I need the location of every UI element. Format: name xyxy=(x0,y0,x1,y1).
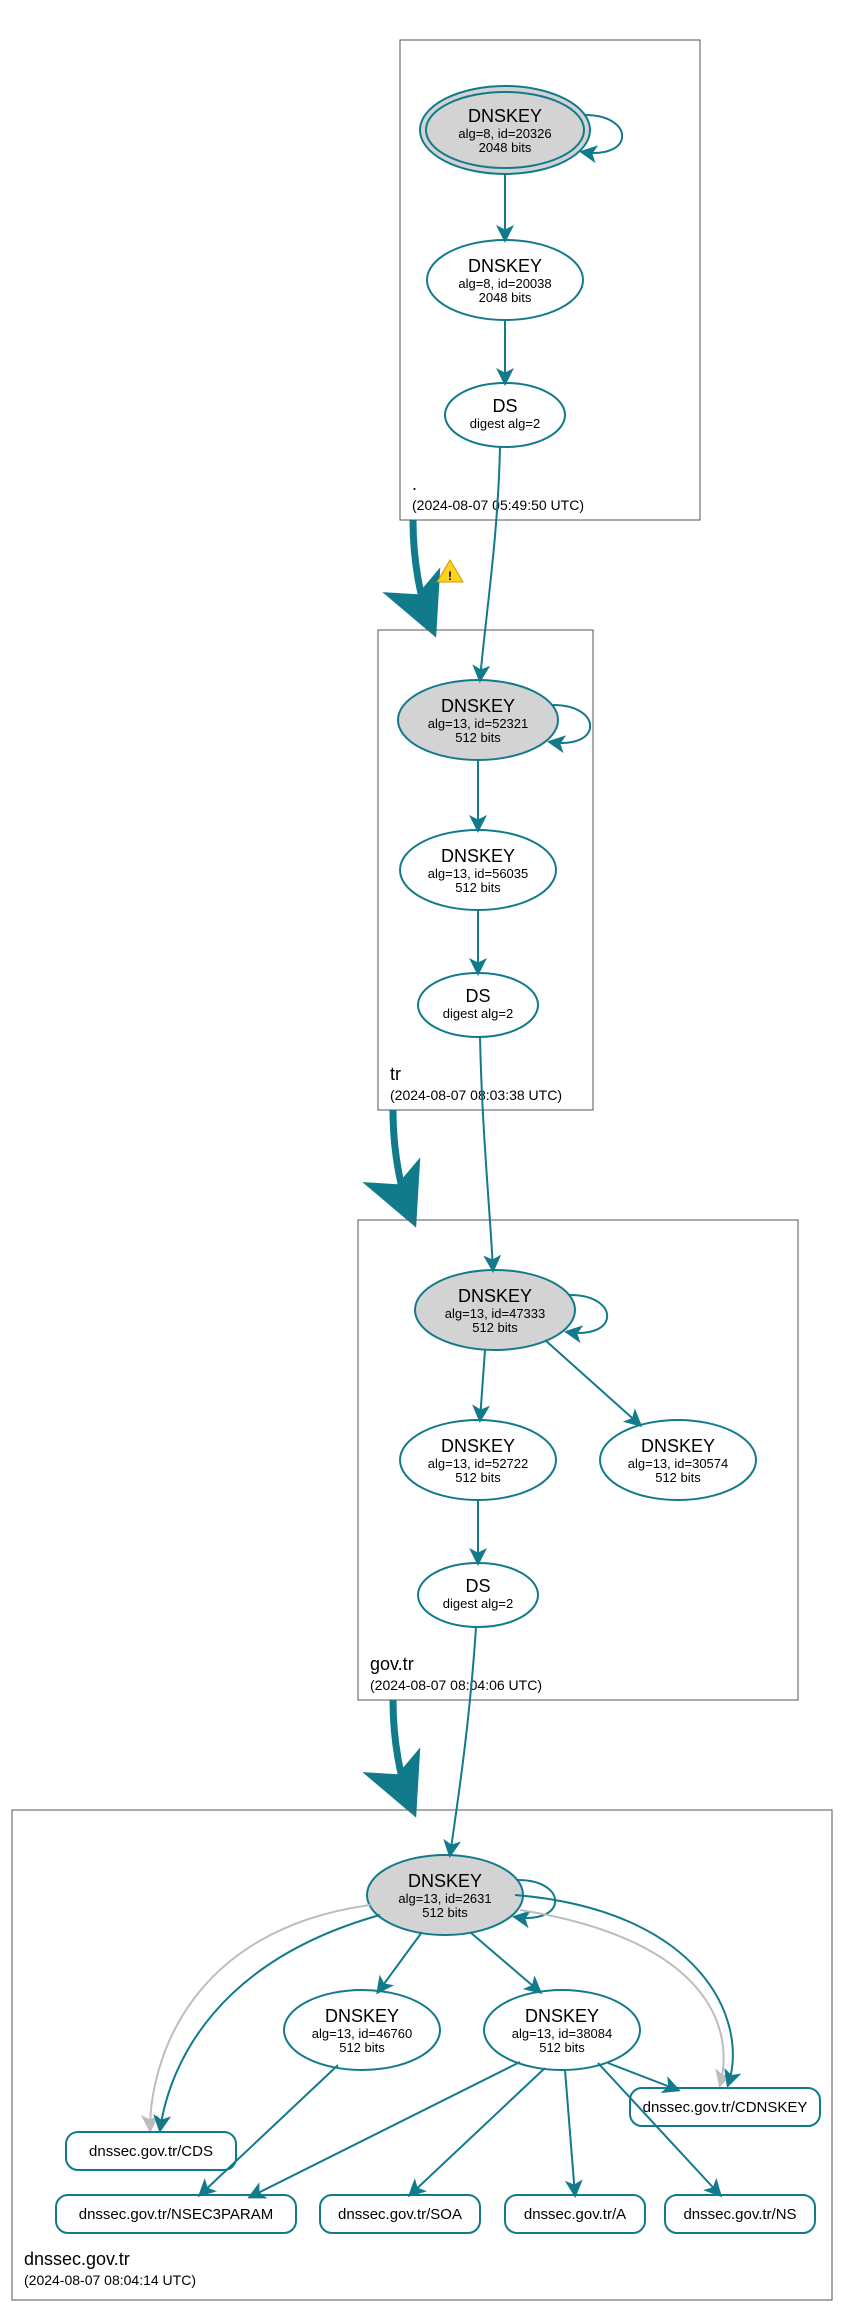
edge-dksk-zsk2 xyxy=(470,1932,540,1992)
dnssec-chain-diagram: . (2024-08-07 05:49:50 UTC) DNSKEY alg=8… xyxy=(0,0,843,2321)
svg-text:alg=13, id=47333: alg=13, id=47333 xyxy=(445,1306,545,1321)
svg-text:DNSKEY: DNSKEY xyxy=(468,106,542,126)
node-d-ksk: DNSKEY alg=13, id=2631 512 bits xyxy=(367,1855,523,1935)
svg-text:alg=13, id=38084: alg=13, id=38084 xyxy=(512,2026,612,2041)
svg-text:alg=8, id=20038: alg=8, id=20038 xyxy=(458,276,551,291)
node-tr-ksk: DNSKEY alg=13, id=52321 512 bits xyxy=(398,680,558,760)
node-rr-cds: dnssec.gov.tr/CDS xyxy=(66,2132,236,2170)
node-rr-soa: dnssec.gov.tr/SOA xyxy=(320,2195,480,2233)
node-gov-ksk: DNSKEY alg=13, id=47333 512 bits xyxy=(415,1270,575,1350)
edge-trds-govksk xyxy=(480,1037,493,1270)
edge-delegation-govtr-dnssecgovtr xyxy=(393,1700,412,1808)
edge-delegation-root-tr xyxy=(413,520,432,628)
svg-text:digest alg=2: digest alg=2 xyxy=(470,416,540,431)
node-rr-a: dnssec.gov.tr/A xyxy=(505,2195,645,2233)
svg-text:512 bits: 512 bits xyxy=(455,730,501,745)
node-gov-ds: DS digest alg=2 xyxy=(418,1563,538,1627)
svg-text:DNSKEY: DNSKEY xyxy=(441,846,515,866)
zone-dnssecgovtr-timestamp: (2024-08-07 08:04:14 UTC) xyxy=(24,2272,196,2288)
svg-text:dnssec.gov.tr/NS: dnssec.gov.tr/NS xyxy=(683,2206,796,2223)
node-tr-ds: DS digest alg=2 xyxy=(418,973,538,1037)
edge-zsk2-a xyxy=(565,2070,575,2195)
svg-text:DNSKEY: DNSKEY xyxy=(441,1436,515,1456)
svg-text:DNSKEY: DNSKEY xyxy=(325,2006,399,2026)
zone-dnssecgovtr: dnssec.gov.tr (2024-08-07 08:04:14 UTC) … xyxy=(12,1627,832,2300)
svg-text:512 bits: 512 bits xyxy=(655,1470,701,1485)
svg-text:512 bits: 512 bits xyxy=(422,1905,468,1920)
node-gov-zsk: DNSKEY alg=13, id=52722 512 bits xyxy=(400,1420,556,1500)
edge-rootds-trksk xyxy=(480,447,500,680)
svg-text:512 bits: 512 bits xyxy=(539,2040,585,2055)
node-root-ds: DS digest alg=2 xyxy=(445,383,565,447)
node-rr-nsec3param: dnssec.gov.tr/NSEC3PARAM xyxy=(56,2195,296,2233)
svg-text:DNSKEY: DNSKEY xyxy=(641,1436,715,1456)
zone-tr-label: tr xyxy=(390,1064,401,1084)
svg-text:DNSKEY: DNSKEY xyxy=(458,1286,532,1306)
svg-text:dnssec.gov.tr/SOA: dnssec.gov.tr/SOA xyxy=(338,2206,462,2223)
warning-icon: ! xyxy=(437,560,463,583)
node-root-zsk: DNSKEY alg=8, id=20038 2048 bits xyxy=(427,240,583,320)
node-d-zsk2: DNSKEY alg=13, id=38084 512 bits xyxy=(484,1990,640,2070)
edge-gov-ksk-zsk xyxy=(480,1350,485,1420)
node-rr-ns: dnssec.gov.tr/NS xyxy=(665,2195,815,2233)
svg-text:alg=13, id=56035: alg=13, id=56035 xyxy=(428,866,528,881)
svg-text:DNSKEY: DNSKEY xyxy=(408,1871,482,1891)
edge-delegation-tr-govtr xyxy=(393,1110,412,1218)
svg-text:alg=13, id=46760: alg=13, id=46760 xyxy=(312,2026,412,2041)
svg-text:alg=13, id=52321: alg=13, id=52321 xyxy=(428,716,528,731)
zone-root-label: . xyxy=(412,474,417,494)
svg-text:512 bits: 512 bits xyxy=(455,880,501,895)
svg-text:DNSKEY: DNSKEY xyxy=(441,696,515,716)
svg-text:dnssec.gov.tr/NSEC3PARAM: dnssec.gov.tr/NSEC3PARAM xyxy=(79,2206,274,2223)
zone-tr: tr (2024-08-07 08:03:38 UTC) DNSKEY alg=… xyxy=(378,447,593,1110)
svg-text:dnssec.gov.tr/A: dnssec.gov.tr/A xyxy=(524,2206,626,2223)
svg-text:DS: DS xyxy=(465,1576,490,1596)
svg-text:512 bits: 512 bits xyxy=(339,2040,385,2055)
svg-text:alg=8, id=20326: alg=8, id=20326 xyxy=(458,126,551,141)
svg-text:dnssec.gov.tr/CDNSKEY: dnssec.gov.tr/CDNSKEY xyxy=(643,2099,808,2116)
svg-text:2048 bits: 2048 bits xyxy=(479,290,532,305)
node-rr-cdnskey: dnssec.gov.tr/CDNSKEY xyxy=(630,2088,820,2126)
node-gov-extra: DNSKEY alg=13, id=30574 512 bits xyxy=(600,1420,756,1500)
edge-zsk1-nsec3 xyxy=(200,2065,338,2195)
zone-root: . (2024-08-07 05:49:50 UTC) DNSKEY alg=8… xyxy=(400,40,700,520)
edge-gov-ksk-extra xyxy=(545,1340,640,1425)
svg-text:DS: DS xyxy=(492,396,517,416)
svg-text:!: ! xyxy=(448,569,452,583)
svg-text:alg=13, id=30574: alg=13, id=30574 xyxy=(628,1456,728,1471)
svg-text:512 bits: 512 bits xyxy=(455,1470,501,1485)
svg-text:512 bits: 512 bits xyxy=(472,1320,518,1335)
svg-text:DNSKEY: DNSKEY xyxy=(525,2006,599,2026)
svg-text:DNSKEY: DNSKEY xyxy=(468,256,542,276)
svg-text:alg=13, id=2631: alg=13, id=2631 xyxy=(398,1891,491,1906)
zone-tr-timestamp: (2024-08-07 08:03:38 UTC) xyxy=(390,1087,562,1103)
svg-text:digest alg=2: digest alg=2 xyxy=(443,1006,513,1021)
edge-govds-dksk xyxy=(450,1627,476,1855)
svg-text:dnssec.gov.tr/CDS: dnssec.gov.tr/CDS xyxy=(89,2143,213,2160)
svg-text:2048 bits: 2048 bits xyxy=(479,140,532,155)
zone-govtr: gov.tr (2024-08-07 08:04:06 UTC) DNSKEY … xyxy=(358,1037,798,1700)
zone-govtr-label: gov.tr xyxy=(370,1654,414,1674)
node-d-zsk1: DNSKEY alg=13, id=46760 512 bits xyxy=(284,1990,440,2070)
svg-text:alg=13, id=52722: alg=13, id=52722 xyxy=(428,1456,528,1471)
zone-dnssecgovtr-label: dnssec.gov.tr xyxy=(24,2249,130,2269)
zone-govtr-timestamp: (2024-08-07 08:04:06 UTC) xyxy=(370,1677,542,1693)
svg-text:DS: DS xyxy=(465,986,490,1006)
svg-text:digest alg=2: digest alg=2 xyxy=(443,1596,513,1611)
node-root-ksk: DNSKEY alg=8, id=20326 2048 bits xyxy=(420,86,590,174)
edge-dksk-zsk1 xyxy=(378,1932,422,1992)
node-tr-zsk: DNSKEY alg=13, id=56035 512 bits xyxy=(400,830,556,910)
edge-zsk2-soa xyxy=(410,2068,545,2195)
